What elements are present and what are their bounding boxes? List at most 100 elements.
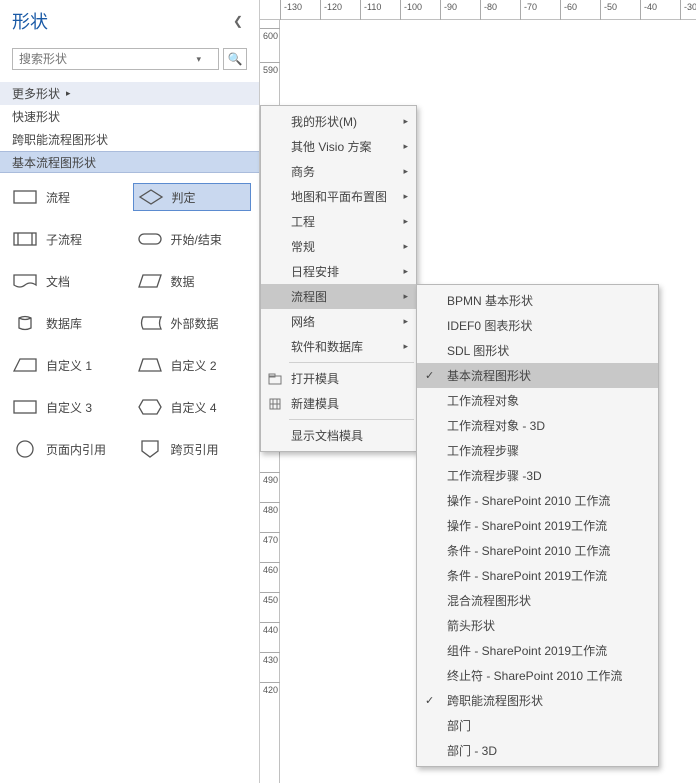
menu-item-工作流程步骤[interactable]: 工作流程步骤 (417, 438, 658, 463)
menu-item-label: 我的形状(M) (291, 113, 357, 130)
submenu-arrow-icon: ▸ (403, 166, 408, 177)
menu-item-条件 - SharePoint 2019工作流[interactable]: 条件 - SharePoint 2019工作流 (417, 563, 658, 588)
shape-label: 数据 (171, 273, 195, 290)
menu-item-label: 工作流程步骤 (447, 442, 519, 459)
menu-item-IDEF0 图表形状[interactable]: IDEF0 图表形状 (417, 313, 658, 338)
menu-item-操作 - SharePoint 2010 工作流[interactable]: 操作 - SharePoint 2010 工作流 (417, 488, 658, 513)
shapes-panel: 形状 ❮ ▾ 🔍 更多形状▸快速形状跨职能流程图形状 基本流程图形状 流程判定子… (0, 0, 260, 783)
menu-item-SDL 图形状[interactable]: SDL 图形状 (417, 338, 658, 363)
rect-icon (12, 188, 38, 206)
onpage-icon (12, 440, 38, 458)
shape-label: 判定 (172, 189, 196, 206)
shape-label: 自定义 1 (46, 357, 92, 374)
shape-startend[interactable]: 开始/结束 (133, 225, 252, 253)
shape-db[interactable]: 数据库 (8, 309, 127, 337)
shape-diamond[interactable]: 判定 (133, 183, 252, 211)
flyout-icon: ▸ (66, 88, 71, 99)
menu-item-label: 打开模具 (291, 370, 339, 387)
collapse-panel-button[interactable]: ❮ (229, 12, 247, 30)
menu-item-工作流程步骤 -3D[interactable]: 工作流程步骤 -3D (417, 463, 658, 488)
menu-item-label: 网络 (291, 313, 315, 330)
menu-item-地图和平面布置图[interactable]: 地图和平面布置图▸ (261, 184, 416, 209)
shape-label: 页面内引用 (46, 441, 106, 458)
stencil-header-selected[interactable]: 基本流程图形状 (0, 151, 259, 173)
menu-item-label: 基本流程图形状 (447, 367, 531, 384)
menu-item-label: 部门 (447, 717, 471, 734)
cust1-icon (12, 356, 38, 374)
menu-item-组件 - SharePoint 2019工作流[interactable]: 组件 - SharePoint 2019工作流 (417, 638, 658, 663)
shape-cust3[interactable]: 自定义 3 (8, 393, 127, 421)
shape-doc[interactable]: 文档 (8, 267, 127, 295)
subproc-icon (12, 230, 38, 248)
menu-item-label: 跨职能流程图形状 (447, 692, 543, 709)
checkmark-icon: ✓ (425, 369, 434, 382)
submenu-arrow-icon: ▸ (403, 241, 408, 252)
shape-subproc[interactable]: 子流程 (8, 225, 127, 253)
submenu-arrow-icon: ▸ (403, 116, 408, 127)
menu-item-label: 箭头形状 (447, 617, 495, 634)
menu-item-BPMN 基本形状[interactable]: BPMN 基本形状 (417, 288, 658, 313)
menu-item-显示文档模具[interactable]: 显示文档模具 (261, 423, 416, 448)
menu-item-label: 条件 - SharePoint 2010 工作流 (447, 542, 610, 559)
shape-onpage[interactable]: 页面内引用 (8, 435, 127, 463)
category-跨职能流程图形状[interactable]: 跨职能流程图形状 (0, 128, 259, 151)
offpage-icon (137, 440, 163, 458)
submenu-arrow-icon: ▸ (403, 191, 408, 202)
menu-item-跨职能流程图形状[interactable]: ✓ 跨职能流程图形状 (417, 688, 658, 713)
menu-item-部门[interactable]: 部门 (417, 713, 658, 738)
extdb-icon (137, 314, 163, 332)
menu-item-混合流程图形状[interactable]: 混合流程图形状 (417, 588, 658, 613)
shape-cust1[interactable]: 自定义 1 (8, 351, 127, 379)
cust4-icon (137, 398, 163, 416)
shape-label: 子流程 (46, 231, 82, 248)
menu-item-打开模具[interactable]: 打开模具 (261, 366, 416, 391)
menu-item-label: 操作 - SharePoint 2010 工作流 (447, 492, 610, 509)
menu-item-部门 - 3D[interactable]: 部门 - 3D (417, 738, 658, 763)
open-icon (267, 371, 283, 387)
shape-data[interactable]: 数据 (133, 267, 252, 295)
shape-label: 外部数据 (171, 315, 219, 332)
shape-offpage[interactable]: 跨页引用 (133, 435, 252, 463)
menu-separator (289, 419, 414, 420)
shape-cust4[interactable]: 自定义 4 (133, 393, 252, 421)
submenu-arrow-icon: ▸ (403, 316, 408, 327)
menu-item-工作流程对象 - 3D[interactable]: 工作流程对象 - 3D (417, 413, 658, 438)
menu-item-箭头形状[interactable]: 箭头形状 (417, 613, 658, 638)
menu-item-label: 条件 - SharePoint 2019工作流 (447, 567, 607, 584)
menu-item-软件和数据库[interactable]: 软件和数据库▸ (261, 334, 416, 359)
menu-item-基本流程图形状[interactable]: ✓ 基本流程图形状 (417, 363, 658, 388)
category-快速形状[interactable]: 快速形状 (0, 105, 259, 128)
search-input[interactable] (12, 48, 219, 70)
shape-cust2[interactable]: 自定义 2 (133, 351, 252, 379)
menu-item-流程图[interactable]: 流程图▸ (261, 284, 416, 309)
menu-item-label: 流程图 (291, 288, 327, 305)
checkmark-icon: ✓ (425, 694, 434, 707)
menu-item-label: 部门 - 3D (447, 742, 497, 759)
menu-item-操作 - SharePoint 2019工作流[interactable]: 操作 - SharePoint 2019工作流 (417, 513, 658, 538)
menu-item-label: 混合流程图形状 (447, 592, 531, 609)
cust2-icon (137, 356, 163, 374)
search-button[interactable]: 🔍 (223, 48, 247, 70)
shape-extdb[interactable]: 外部数据 (133, 309, 252, 337)
menu-item-其他 Visio 方案[interactable]: 其他 Visio 方案▸ (261, 134, 416, 159)
category-更多形状[interactable]: 更多形状▸ (0, 82, 259, 105)
shape-rect[interactable]: 流程 (8, 183, 127, 211)
menu-item-常规[interactable]: 常规▸ (261, 234, 416, 259)
menu-item-label: 商务 (291, 163, 315, 180)
menu-item-日程安排[interactable]: 日程安排▸ (261, 259, 416, 284)
menu-item-label: IDEF0 图表形状 (447, 317, 532, 334)
menu-item-商务[interactable]: 商务 ▸ (261, 159, 416, 184)
submenu-arrow-icon: ▸ (403, 341, 408, 352)
menu-item-条件 - SharePoint 2010 工作流[interactable]: 条件 - SharePoint 2010 工作流 (417, 538, 658, 563)
shape-label: 文档 (46, 273, 70, 290)
submenu-arrow-icon: ▸ (403, 266, 408, 277)
menu-item-工作流程对象[interactable]: 工作流程对象 (417, 388, 658, 413)
menu-item-终止符 - SharePoint 2010 工作流[interactable]: 终止符 - SharePoint 2010 工作流 (417, 663, 658, 688)
menu-item-我的形状(M)[interactable]: 我的形状(M) ▸ (261, 109, 416, 134)
menu-item-工程[interactable]: 工程▸ (261, 209, 416, 234)
shape-label: 跨页引用 (171, 441, 219, 458)
menu-item-网络[interactable]: 网络 ▸ (261, 309, 416, 334)
menu-item-新建模具[interactable]: 新建模具 (261, 391, 416, 416)
doc-icon (12, 272, 38, 290)
panel-title: 形状 (12, 8, 48, 34)
